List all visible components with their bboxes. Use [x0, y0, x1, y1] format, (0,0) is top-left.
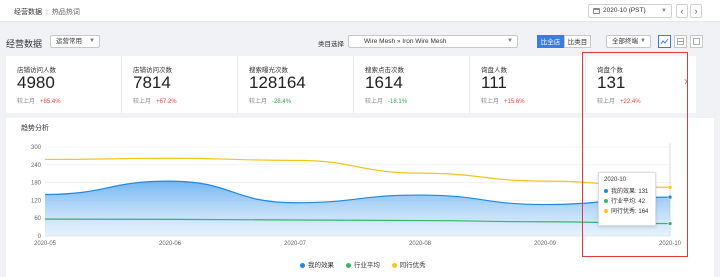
- y-tick-label: 120: [31, 198, 42, 204]
- series-dot: [604, 189, 608, 194]
- x-tick-label: 2020-07: [284, 241, 307, 247]
- y-tick-label: 180: [31, 181, 42, 187]
- legend-dot: [345, 262, 351, 268]
- data-point[interactable]: [667, 185, 673, 190]
- series-dot: [604, 209, 608, 214]
- y-tick-label: 300: [31, 145, 42, 151]
- y-tick-label: 0: [38, 234, 42, 240]
- tooltip-value: 164: [638, 209, 649, 215]
- chart-tooltip: 2020-10 我的效果: 131 行业平均: 42 同行优秀: 164: [598, 172, 656, 226]
- tooltip-value: 131: [638, 189, 649, 195]
- chart-legend: 我的效果 行业平均 同行优秀: [300, 259, 436, 269]
- tooltip-row: 行业平均: 42: [604, 197, 650, 207]
- legend-item[interactable]: 我的效果: [300, 259, 334, 269]
- legend-label: 行业平均: [353, 262, 380, 269]
- x-tick-label: 2020-05: [34, 241, 57, 247]
- x-tick-label: 2020-06: [159, 241, 182, 247]
- tooltip-series: 同行优秀: [611, 209, 636, 215]
- tooltip-series: 我的效果: [611, 189, 636, 195]
- data-point[interactable]: [667, 221, 673, 226]
- tooltip-series: 行业平均: [611, 199, 636, 205]
- tooltip-date: 2020-10: [604, 177, 627, 183]
- tooltip-row: 同行优秀: 164: [604, 207, 650, 217]
- x-tick-label: 2020-09: [534, 241, 557, 247]
- x-tick-label: 2020-08: [409, 241, 432, 247]
- legend-dot: [300, 262, 305, 268]
- legend-item[interactable]: 同行优秀: [391, 259, 426, 269]
- legend-dot: [391, 262, 397, 268]
- series-dot: [604, 199, 608, 204]
- series-area: [45, 181, 670, 236]
- tooltip-row: 我的效果: 131: [604, 187, 650, 197]
- legend-label: 同行优秀: [399, 262, 426, 269]
- trend-chart: 0 60 120 180 240 300 2020-05 2020-06 2020-07 2020…: [31, 143, 682, 247]
- tooltip-value: 42: [638, 199, 646, 205]
- y-tick-label: 240: [31, 163, 42, 169]
- y-tick-label: 60: [34, 216, 41, 222]
- legend-label: 我的效果: [308, 262, 334, 269]
- legend-item[interactable]: 行业平均: [345, 259, 380, 269]
- data-point[interactable]: [667, 194, 673, 200]
- x-tick-label: 2020-10: [659, 241, 682, 247]
